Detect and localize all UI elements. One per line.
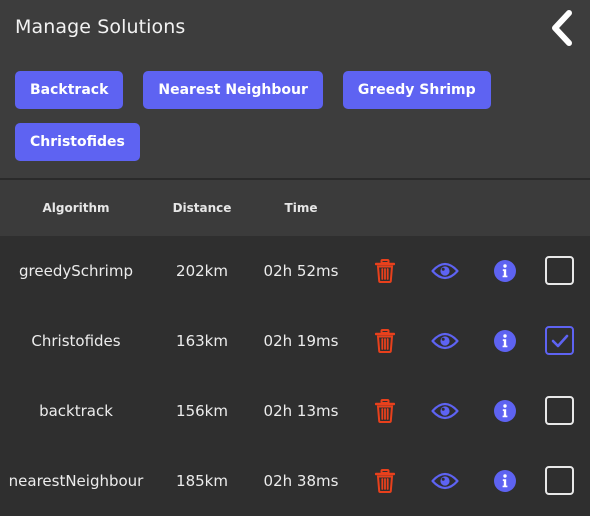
trash-icon	[375, 399, 395, 423]
distance-cell: 185km	[176, 472, 228, 490]
select-checkbox[interactable]	[545, 256, 574, 285]
algorithm-column-header: Algorithm	[42, 201, 110, 215]
distance-column-header: Distance	[172, 201, 232, 215]
algorithm-cell: nearestNeighbour	[8, 472, 144, 490]
delete-button[interactable]	[365, 306, 405, 376]
trash-icon	[375, 329, 395, 353]
select-checkbox[interactable]	[545, 466, 574, 495]
info-button[interactable]	[485, 446, 525, 516]
table-row: Christofides 163km 02h 19ms	[0, 306, 590, 376]
info-icon	[494, 330, 516, 352]
table-row: greedySchrimp 202km 02h 52ms	[0, 236, 590, 306]
distance-cell: 156km	[176, 402, 228, 420]
algorithm-cell: backtrack	[39, 402, 113, 420]
delete-button[interactable]	[365, 236, 405, 306]
manage-solutions-panel: Manage Solutions Backtrack Nearest Neigh…	[0, 0, 590, 513]
greedy-shrimp-button[interactable]: Greedy Shrimp	[342, 71, 491, 109]
eye-icon	[431, 402, 459, 420]
check-icon	[551, 334, 568, 347]
solutions-table: greedySchrimp 202km 02h 52ms Christofide…	[0, 236, 590, 516]
info-icon	[494, 260, 516, 282]
eye-icon	[431, 332, 459, 350]
algorithm-buttons: Backtrack Nearest Neighbour Greedy Shrim…	[15, 71, 575, 161]
algorithm-cell: greedySchrimp	[19, 262, 133, 280]
eye-icon	[431, 262, 459, 280]
algorithm-cell: Christofides	[31, 332, 121, 350]
trash-icon	[375, 259, 395, 283]
time-column-header: Time	[284, 201, 318, 215]
info-button[interactable]	[485, 306, 525, 376]
page-title: Manage Solutions	[15, 16, 186, 38]
delete-button[interactable]	[365, 446, 405, 516]
delete-button[interactable]	[365, 376, 405, 446]
distance-cell: 202km	[176, 262, 228, 280]
select-checkbox[interactable]	[545, 326, 574, 355]
distance-cell: 163km	[176, 332, 228, 350]
info-button[interactable]	[485, 236, 525, 306]
info-icon	[494, 470, 516, 492]
table-header: Algorithm Distance Time	[0, 180, 590, 236]
time-cell: 02h 13ms	[263, 402, 339, 420]
chevron-left-icon	[552, 10, 572, 46]
view-button[interactable]	[425, 446, 465, 516]
trash-icon	[375, 469, 395, 493]
view-button[interactable]	[425, 236, 465, 306]
info-button[interactable]	[485, 376, 525, 446]
backtrack-button[interactable]: Backtrack	[15, 71, 124, 109]
table-row: nearestNeighbour 185km 02h 38ms	[0, 446, 590, 516]
time-cell: 02h 19ms	[263, 332, 339, 350]
info-icon	[494, 400, 516, 422]
nearest-neighbour-button[interactable]: Nearest Neighbour	[143, 71, 323, 109]
top-section: Manage Solutions Backtrack Nearest Neigh…	[0, 0, 590, 180]
eye-icon	[431, 472, 459, 490]
time-cell: 02h 38ms	[263, 472, 339, 490]
view-button[interactable]	[425, 376, 465, 446]
christofides-button[interactable]: Christofides	[15, 123, 140, 161]
view-button[interactable]	[425, 306, 465, 376]
table-row: backtrack 156km 02h 13ms	[0, 376, 590, 446]
select-checkbox[interactable]	[545, 396, 574, 425]
back-button[interactable]	[548, 8, 576, 48]
time-cell: 02h 52ms	[263, 262, 339, 280]
